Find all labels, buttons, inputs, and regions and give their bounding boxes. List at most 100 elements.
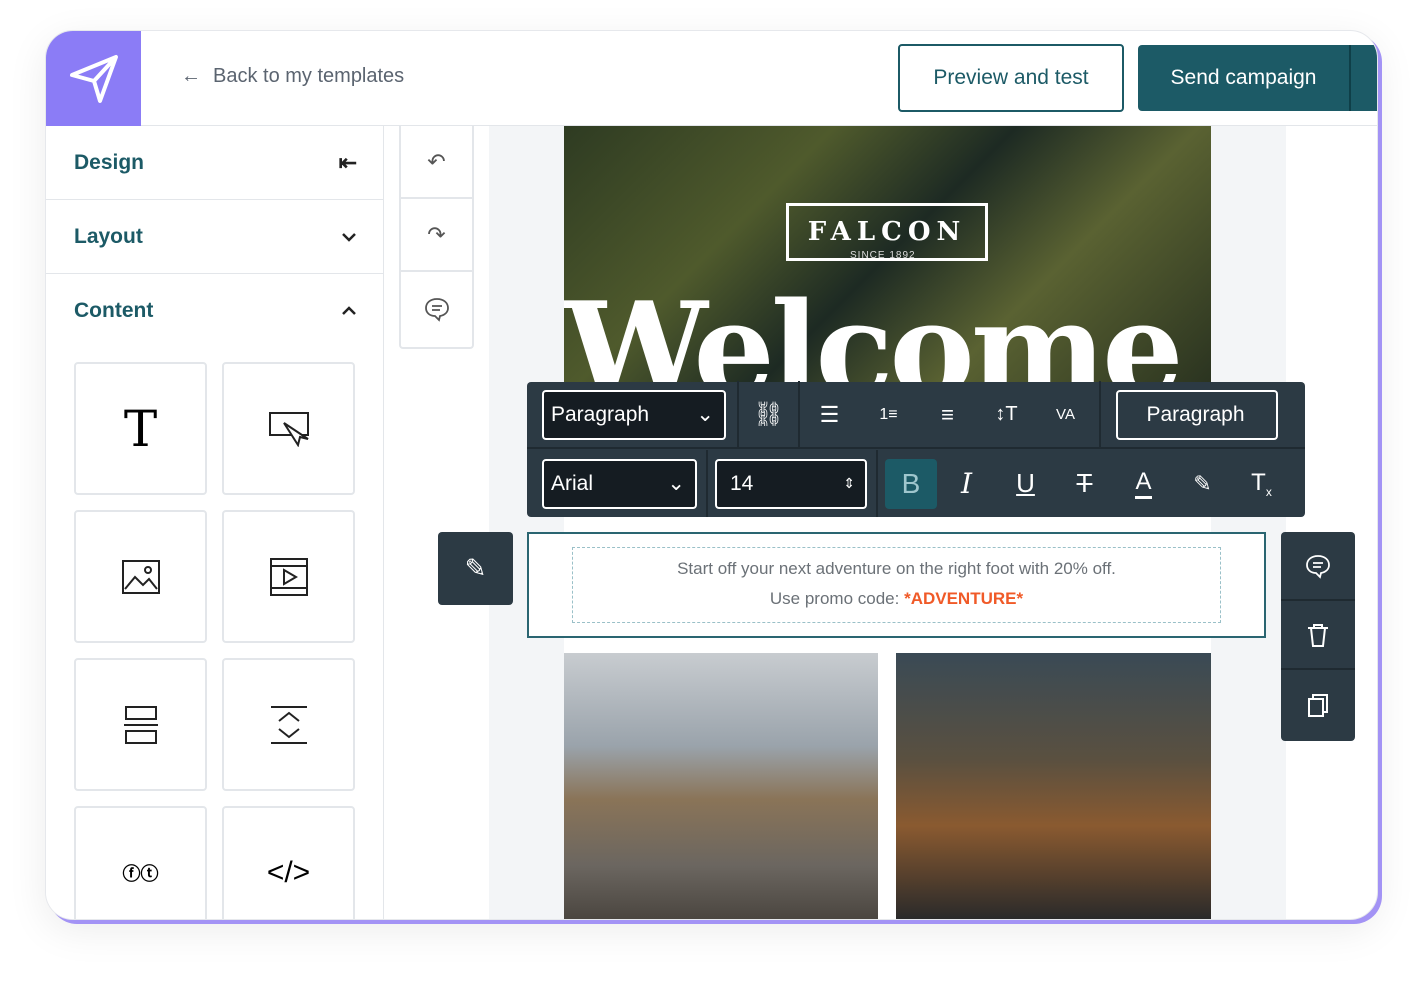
- underline-button[interactable]: U: [996, 459, 1055, 509]
- align-left-icon: ≡: [941, 401, 954, 427]
- font-size-value: 14: [730, 471, 754, 495]
- align-button[interactable]: ≡: [918, 390, 977, 440]
- block-button[interactable]: [222, 362, 355, 495]
- chevron-down-icon: ⌄: [696, 403, 714, 426]
- bullet-list-button[interactable]: ☰: [800, 390, 859, 440]
- body-line-2: Use promo code: *ADVENTURE*: [573, 584, 1220, 614]
- video-icon: [269, 557, 308, 596]
- content-blocks: T ⓕⓣ </>: [74, 362, 355, 919]
- spacer-icon: [270, 705, 307, 744]
- block-divider[interactable]: [74, 658, 207, 791]
- block-html[interactable]: </>: [222, 806, 355, 919]
- text-format-toolbar: Paragraph ⌄ ⛓ ☰ 1≡ ≡ ↕T VA Paragraph Aria…: [527, 381, 1305, 517]
- html-icon: </>: [266, 855, 311, 889]
- top-bar: ← Back to my templates Preview and test …: [141, 31, 1377, 126]
- send-campaign-group: Send campaign: [1138, 45, 1377, 111]
- highlight-icon: ✎: [1193, 470, 1212, 496]
- paragraph-style-button[interactable]: Paragraph: [1116, 389, 1278, 440]
- collapse-panel-icon[interactable]: ⇤: [339, 150, 357, 176]
- bold-icon: B: [901, 467, 921, 499]
- pencil-icon: ✎: [464, 553, 487, 583]
- highlight-button[interactable]: ✎: [1173, 459, 1232, 509]
- italic-button[interactable]: I: [937, 459, 996, 509]
- boots-image[interactable]: [896, 653, 1211, 919]
- trash-icon: [1308, 623, 1328, 647]
- brand-since: SINCE 1892: [850, 250, 916, 261]
- underline-icon: U: [1016, 468, 1035, 498]
- paper-plane-icon: [69, 54, 118, 103]
- promo-prefix: Use promo code:: [769, 589, 905, 608]
- font-family-select[interactable]: Arial ⌄: [542, 458, 697, 509]
- letter-spacing-button[interactable]: VA: [1036, 390, 1095, 440]
- chevron-down-icon: [342, 232, 356, 242]
- stepper-icon: ⇕: [843, 475, 855, 491]
- strikethrough-button[interactable]: T: [1055, 459, 1114, 509]
- clear-format-button[interactable]: Tx: [1232, 459, 1291, 509]
- chevron-up-icon: [342, 306, 356, 315]
- unlink-icon: ⛓: [753, 401, 784, 428]
- bold-button[interactable]: B: [885, 458, 937, 509]
- line-height-icon: ↕T: [995, 403, 1018, 425]
- numbered-list-button[interactable]: 1≡: [859, 390, 918, 440]
- section-label: Design: [74, 150, 145, 174]
- unlink-button[interactable]: ⛓: [739, 390, 798, 440]
- undo-button[interactable]: ↶: [401, 126, 472, 199]
- font-value: Arial: [551, 471, 594, 495]
- comment-block-button[interactable]: [1281, 532, 1355, 601]
- chevron-down-icon: ⌄: [667, 472, 685, 495]
- body-line-1: Start off your next adventure on the rig…: [677, 559, 1116, 578]
- preview-button[interactable]: Preview and test: [898, 44, 1124, 112]
- comment-icon: [424, 297, 449, 322]
- block-image[interactable]: [74, 510, 207, 643]
- comments-button[interactable]: [401, 272, 472, 345]
- text-color-icon: A: [1135, 468, 1152, 499]
- app-logo[interactable]: [46, 31, 141, 126]
- duplicate-block-button[interactable]: [1281, 670, 1355, 739]
- redo-icon: ↷: [427, 221, 446, 247]
- duplicate-icon: [1308, 693, 1328, 717]
- social-icon: ⓕⓣ: [122, 863, 159, 884]
- section-label: Layout: [74, 224, 143, 248]
- font-size-stepper[interactable]: 14 ⇕: [715, 458, 867, 509]
- delete-block-button[interactable]: [1281, 601, 1355, 670]
- text-color-button[interactable]: A: [1114, 459, 1173, 509]
- sidebar-section-content[interactable]: Content: [46, 274, 383, 348]
- bullet-list-icon: ☰: [819, 401, 840, 427]
- block-spacer[interactable]: [222, 658, 355, 791]
- promo-code: *ADVENTURE*: [904, 589, 1024, 608]
- section-label: Content: [74, 299, 154, 322]
- edit-block-button[interactable]: ✎: [438, 532, 513, 605]
- editor-window: ← Back to my templates Preview and test …: [45, 30, 1378, 920]
- image-icon: [121, 559, 160, 594]
- block-actions: [1281, 532, 1355, 741]
- letter-spacing-icon: VA: [1056, 406, 1075, 423]
- hero-image-block[interactable]: FALCON SINCE 1892 Welcome: [564, 126, 1211, 386]
- clear-format-icon: Tx: [1251, 468, 1272, 499]
- button-icon: [268, 411, 309, 447]
- send-options-dropdown[interactable]: [1351, 45, 1377, 111]
- text-icon: T: [123, 399, 158, 458]
- line-height-button[interactable]: ↕T: [977, 390, 1036, 440]
- back-label: Back to my templates: [213, 65, 405, 87]
- hero-headline: Welcome: [564, 275, 1184, 386]
- sidebar-section-design[interactable]: Design ⇤: [46, 126, 383, 200]
- undo-icon: ↶: [427, 148, 446, 174]
- hiker-image[interactable]: [564, 653, 878, 919]
- block-type-select[interactable]: Paragraph ⌄: [542, 389, 726, 440]
- arrow-left-icon: ←: [181, 65, 201, 87]
- divider-icon: [123, 705, 158, 744]
- text-block[interactable]: Start off your next adventure on the rig…: [527, 532, 1266, 638]
- block-text[interactable]: T: [74, 362, 207, 495]
- text-content[interactable]: Start off your next adventure on the rig…: [572, 547, 1221, 623]
- sidebar: Design ⇤ Layout Content T ⓕⓣ </>: [46, 126, 384, 919]
- send-campaign-button[interactable]: Send campaign: [1138, 45, 1351, 111]
- block-social[interactable]: ⓕⓣ: [74, 806, 207, 919]
- numbered-list-icon: 1≡: [879, 405, 898, 423]
- back-link[interactable]: ← Back to my templates: [181, 65, 404, 88]
- history-toolbar: ↶ ↷: [399, 126, 474, 349]
- italic-icon: I: [960, 467, 973, 500]
- block-video[interactable]: [222, 510, 355, 643]
- comment-icon: [1306, 554, 1330, 579]
- redo-button[interactable]: ↷: [401, 199, 472, 272]
- sidebar-section-layout[interactable]: Layout: [46, 200, 383, 274]
